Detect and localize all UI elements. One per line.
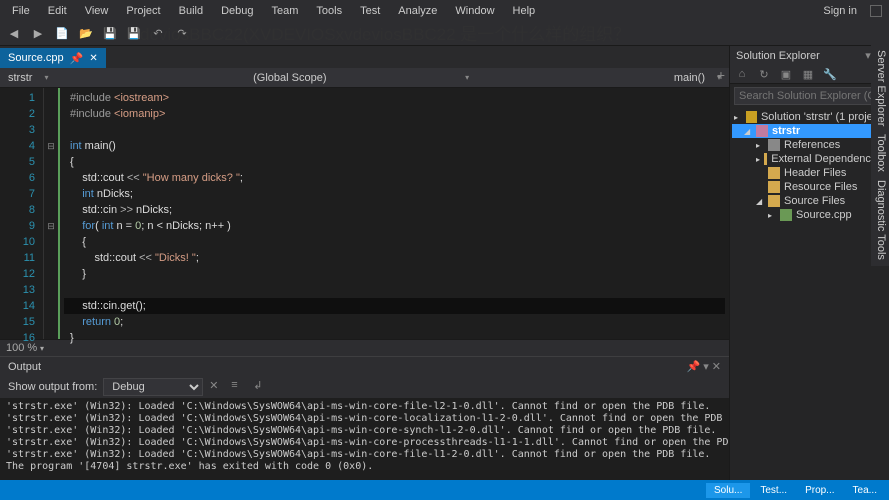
solution-explorer: Solution Explorer▾ ✕ ⌂ ↻ ▣ ▦ 🔧 ▸Solution… — [729, 46, 889, 480]
save-all-icon[interactable]: 💾 — [126, 26, 142, 42]
toggle-icon[interactable]: ≡ — [231, 379, 247, 395]
output-title: Output — [8, 361, 41, 373]
se-search-input[interactable] — [734, 87, 885, 105]
menu-build[interactable]: Build — [171, 2, 211, 20]
tab-label: Source.cpp — [8, 52, 64, 64]
editor-tab-row: Source.cpp 📌 ✕ — [0, 46, 729, 68]
se-solution-node[interactable]: ▸Solution 'strstr' (1 project) — [732, 110, 887, 124]
menu-team[interactable]: Team — [264, 2, 307, 20]
line-gutter: 12345678910111213141516 — [0, 88, 44, 339]
output-header: Output 📌 ▾ ✕ — [0, 356, 729, 376]
code-editor[interactable]: 12345678910111213141516 ⊟⊟ #include <ios… — [0, 88, 729, 339]
btab-team[interactable]: Tea... — [845, 483, 885, 498]
refresh-icon[interactable]: ↻ — [756, 67, 772, 81]
tab-server-explorer[interactable]: Server Explorer — [873, 50, 887, 126]
se-source-cpp[interactable]: ▸Source.cpp — [732, 208, 887, 222]
tab-close-icon[interactable]: ✕ — [89, 53, 97, 64]
btab-test[interactable]: Test... — [752, 483, 795, 498]
editor-tab-source[interactable]: Source.cpp 📌 ✕ — [0, 48, 106, 68]
chevron-down-icon[interactable]: ▾ — [465, 73, 469, 82]
btab-prop[interactable]: Prop... — [797, 483, 842, 498]
bottom-tabs: Solu... Test... Prop... Tea... — [0, 480, 889, 500]
menu-help[interactable]: Help — [505, 2, 544, 20]
se-header-files[interactable]: Header Files — [732, 166, 887, 180]
se-title: Solution Explorer — [736, 50, 820, 62]
right-sidebar-tabs: Server Explorer Toolbox Diagnostic Tools — [871, 44, 889, 266]
wrap-icon[interactable]: ↲ — [253, 379, 269, 395]
nav-project[interactable]: strstr — [8, 72, 32, 84]
menu-window[interactable]: Window — [447, 2, 502, 20]
menu-debug[interactable]: Debug — [213, 2, 261, 20]
home-icon[interactable]: ⌂ — [734, 67, 750, 81]
se-source-files[interactable]: ◢Source Files — [732, 194, 887, 208]
code-area[interactable]: #include <iostream>#include <iomanip>int… — [58, 88, 729, 339]
show-all-icon[interactable]: ▦ — [800, 67, 816, 81]
main-toolbar: ◀ ▶ 📄 📂 💾 💾 ↶ ↷ — [0, 22, 889, 46]
se-toolbar: ⌂ ↻ ▣ ▦ 🔧 — [730, 65, 889, 84]
nav-back-icon[interactable]: ◀ — [6, 26, 22, 42]
menu-analyze[interactable]: Analyze — [390, 2, 445, 20]
fold-gutter[interactable]: ⊟⊟ — [44, 88, 58, 339]
se-resource-files[interactable]: Resource Files — [732, 180, 887, 194]
tab-diagnostic[interactable]: Diagnostic Tools — [873, 180, 887, 260]
props-icon[interactable]: 🔧 — [822, 67, 838, 81]
clear-icon[interactable]: ✕ — [209, 379, 225, 395]
output-toolbar: Show output from: Debug ✕ ≡ ↲ — [0, 376, 729, 398]
chevron-down-icon[interactable]: ▾ — [44, 73, 48, 82]
sign-in-link[interactable]: Sign in — [815, 2, 865, 20]
nav-bar: strstr ▾ (Global Scope) ▾ main() ▾ + — [0, 68, 729, 88]
menu-tools[interactable]: Tools — [308, 2, 350, 20]
se-project-node[interactable]: ◢strstr — [732, 124, 887, 138]
se-ext-deps[interactable]: ▸External Dependencies — [732, 152, 887, 166]
open-icon[interactable]: 📂 — [78, 26, 94, 42]
nav-fwd-icon[interactable]: ▶ — [30, 26, 46, 42]
window-control-icon[interactable] — [870, 5, 882, 17]
nav-function[interactable]: main() — [674, 72, 705, 84]
add-icon[interactable]: + — [717, 67, 725, 83]
save-icon[interactable]: 💾 — [102, 26, 118, 42]
nav-scope[interactable]: (Global Scope) — [253, 72, 453, 84]
menu-view[interactable]: View — [77, 2, 117, 20]
se-references[interactable]: ▸References — [732, 138, 887, 152]
menu-project[interactable]: Project — [118, 2, 168, 20]
menu-bar: File Edit View Project Build Debug Team … — [0, 0, 889, 22]
menu-test[interactable]: Test — [352, 2, 388, 20]
tab-toolbox[interactable]: Toolbox — [873, 134, 887, 172]
menu-file[interactable]: File — [4, 2, 38, 20]
redo-icon[interactable]: ↷ — [174, 26, 190, 42]
output-from-label: Show output from: — [8, 381, 97, 393]
undo-icon[interactable]: ↶ — [150, 26, 166, 42]
btab-solution[interactable]: Solu... — [706, 483, 750, 498]
collapse-icon[interactable]: ▣ — [778, 67, 794, 81]
output-source-select[interactable]: Debug — [103, 378, 203, 396]
pin-icon[interactable]: 📌 — [70, 52, 84, 65]
se-tree[interactable]: ▸Solution 'strstr' (1 project) ◢strstr ▸… — [730, 108, 889, 224]
menu-edit[interactable]: Edit — [40, 2, 75, 20]
new-file-icon[interactable]: 📄 — [54, 26, 70, 42]
output-body[interactable]: 'strstr.exe' (Win32): Loaded 'C:\Windows… — [0, 398, 729, 480]
pin-icon[interactable]: 📌 ▾ ✕ — [686, 360, 721, 373]
